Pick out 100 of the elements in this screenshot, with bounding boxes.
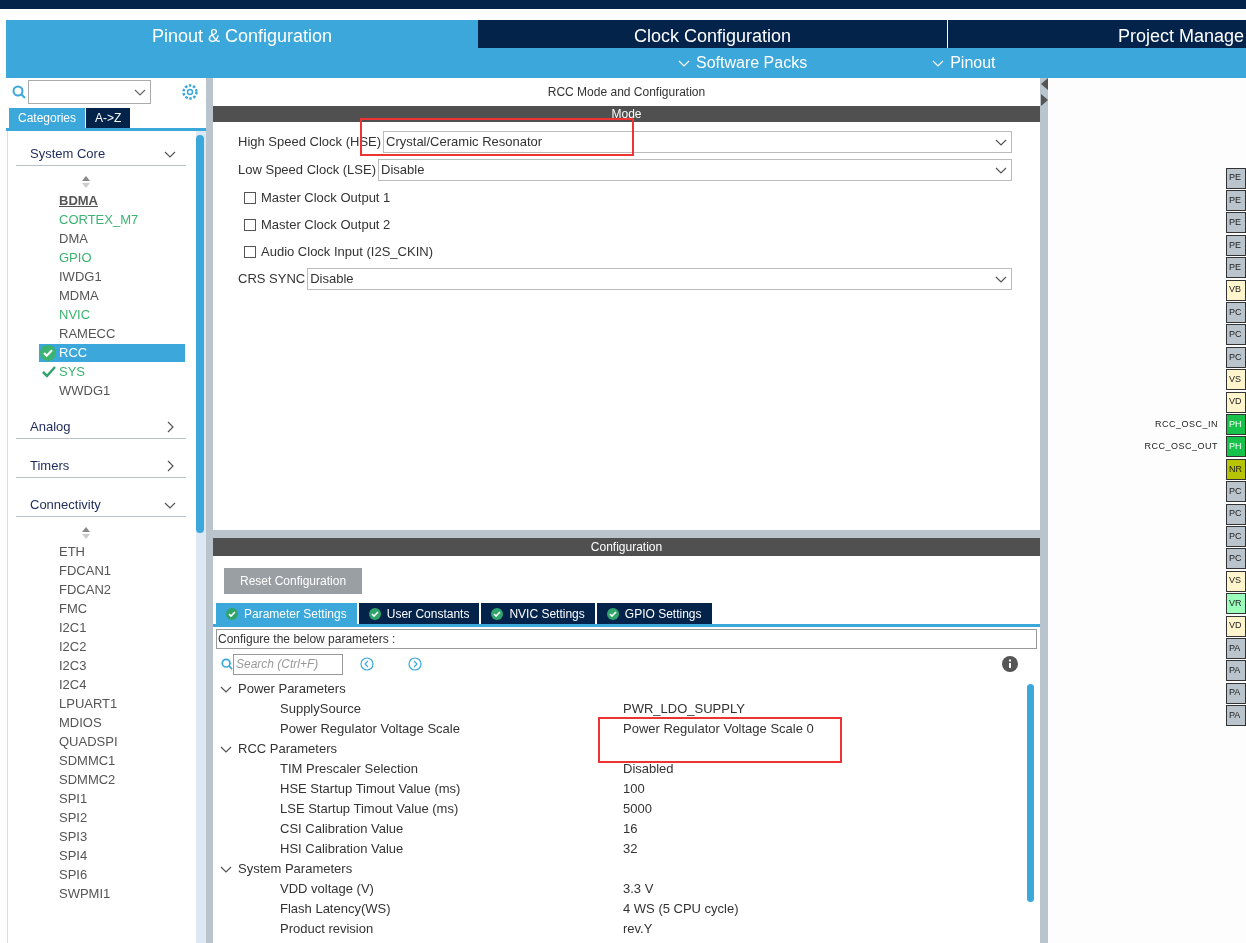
parameter-value: Disabled — [623, 760, 674, 779]
list-item[interactable]: LPUART1 — [59, 693, 118, 714]
field-label: Low Speed Clock (LSE) — [238, 161, 376, 180]
list-item[interactable]: BDMA — [59, 190, 98, 211]
sort-arrows-icon[interactable] — [82, 526, 90, 539]
pin[interactable]: VB — [1226, 279, 1246, 301]
parameter-value: rev.Y — [623, 920, 653, 939]
parameter-value: 100 — [623, 780, 645, 799]
pin[interactable]: PC — [1226, 503, 1246, 525]
section-header: Mode — [213, 106, 1040, 122]
list-item-label: RCC — [59, 343, 88, 362]
search-field[interactable]: Search (Ctrl+F) — [233, 653, 343, 675]
parameter-name: Power Regulator Voltage Scale — [279, 720, 461, 739]
list-item[interactable]: SPI3 — [59, 826, 88, 847]
list-item[interactable]: IWDG1 — [59, 266, 102, 287]
search-combo-field[interactable] — [28, 80, 151, 104]
next-circle-icon[interactable] — [408, 657, 422, 671]
category-header[interactable]: Analog — [16, 416, 186, 439]
pin[interactable]: PC — [1226, 525, 1246, 547]
info-icon[interactable] — [1002, 656, 1018, 672]
list-item[interactable]: QUADSPI — [59, 731, 118, 752]
pin[interactable]: VS — [1226, 570, 1246, 592]
list-item[interactable]: SPI6 — [59, 864, 88, 885]
checkbox[interactable] — [244, 191, 256, 204]
checkbox-label: Audio Clock Input (I2S_CKIN) — [261, 242, 433, 261]
check-circle-icon — [491, 607, 504, 620]
view-tab[interactable]: A->Z — [86, 108, 131, 128]
parameter-name: TIM Prescaler Selection — [279, 760, 419, 779]
parameter-value: 5000 — [623, 800, 652, 819]
list-item[interactable]: ETH — [59, 541, 85, 562]
list-item[interactable]: SDMMC2 — [59, 769, 116, 790]
tree-group[interactable]: System Parameters — [220, 859, 1027, 879]
list-item[interactable]: FDCAN2 — [59, 579, 111, 600]
pin[interactable]: VD — [1226, 391, 1246, 413]
pin[interactable]: PA — [1226, 705, 1246, 727]
tree-group[interactable]: Power Parameters — [220, 679, 1027, 699]
main-tab[interactable]: Clock Configuration — [478, 20, 948, 48]
list-item[interactable]: I2C2 — [59, 636, 87, 657]
pin[interactable]: PA — [1226, 660, 1246, 682]
pin[interactable]: VD — [1226, 615, 1246, 637]
list-item[interactable]: SWPMI1 — [59, 883, 111, 904]
sort-arrows-icon[interactable] — [82, 175, 90, 188]
search-icon — [12, 85, 26, 99]
parameter-name: SupplySource — [279, 700, 362, 719]
list-item[interactable]: DMA — [59, 228, 88, 249]
pin[interactable]: PA — [1226, 637, 1246, 659]
pin[interactable]: NR — [1226, 458, 1246, 480]
category-header[interactable]: Connectivity — [16, 494, 186, 517]
list-item[interactable]: I2C1 — [59, 617, 87, 638]
check-circle-icon — [368, 607, 381, 620]
list-item[interactable]: MDIOS — [59, 712, 102, 733]
search-icon — [221, 658, 233, 670]
scrollbar-thumb[interactable] — [1027, 684, 1034, 902]
pin[interactable]: PC — [1226, 346, 1246, 368]
pin[interactable]: VR — [1226, 593, 1246, 615]
settings-icon[interactable] — [181, 83, 199, 101]
tree-group[interactable]: RCC Parameters — [220, 739, 1027, 759]
category-header[interactable]: Timers — [16, 455, 186, 478]
main-tab[interactable]: Project Manage — [948, 20, 1246, 48]
checkbox[interactable] — [244, 218, 256, 231]
dropdown-field[interactable]: Disable — [378, 159, 1012, 181]
parameter-name: Product revision — [279, 920, 375, 939]
parameter-name: LSE Startup Timout Value (ms) — [279, 800, 460, 819]
list-item[interactable]: RAMECC — [59, 323, 116, 344]
panel-title: RCC Mode and Configuration — [546, 84, 707, 101]
dropdown-field[interactable]: Disable — [307, 268, 1012, 290]
list-item[interactable]: WWDG1 — [59, 380, 111, 401]
config-tab[interactable]: GPIO Settings — [596, 603, 712, 624]
checkbox[interactable] — [244, 245, 256, 258]
pin[interactable]: PC — [1226, 481, 1246, 503]
config-tab[interactable]: User Constants — [358, 603, 480, 624]
category-header[interactable]: System Core — [16, 143, 186, 166]
pin[interactable]: VS — [1226, 369, 1246, 391]
list-item[interactable]: SDMMC1 — [59, 750, 116, 771]
pin[interactable]: PC — [1226, 324, 1246, 346]
checkbox-label: Master Clock Output 1 — [261, 188, 391, 207]
pin[interactable]: PA — [1226, 682, 1246, 704]
pin[interactable]: PE — [1226, 212, 1246, 234]
list-item[interactable]: FDCAN1 — [59, 560, 111, 581]
list-item[interactable]: MDMA — [59, 285, 99, 306]
list-item[interactable]: SPI4 — [59, 845, 88, 866]
config-tab[interactable]: NVIC Settings — [481, 603, 595, 624]
pin[interactable]: PC — [1226, 302, 1246, 324]
parameter-value: Power Regulator Voltage Scale 0 — [623, 720, 814, 739]
list-item[interactable]: FMC — [59, 598, 88, 619]
previous-circle-icon[interactable] — [360, 657, 374, 671]
pin[interactable]: PE — [1226, 167, 1246, 189]
list-item[interactable]: I2C4 — [59, 674, 87, 695]
list-item[interactable]: SPI1 — [59, 788, 88, 809]
pin[interactable]: PE — [1226, 257, 1246, 279]
list-item[interactable]: SPI2 — [59, 807, 88, 828]
list-item[interactable]: I2C3 — [59, 655, 87, 676]
dropdown-field[interactable]: Crystal/Ceramic Resonator — [383, 131, 1012, 153]
parameter-name: VDD voltage (V) — [279, 880, 375, 899]
scrollbar-thumb[interactable] — [196, 135, 204, 533]
pin[interactable]: PE — [1226, 234, 1246, 256]
pin[interactable]: PE — [1226, 190, 1246, 212]
pin[interactable]: PC — [1226, 548, 1246, 570]
pin-signal-label: RCC_OSC_IN — [1155, 417, 1218, 431]
hint-text: Configure the below parameters : — [216, 629, 1037, 649]
